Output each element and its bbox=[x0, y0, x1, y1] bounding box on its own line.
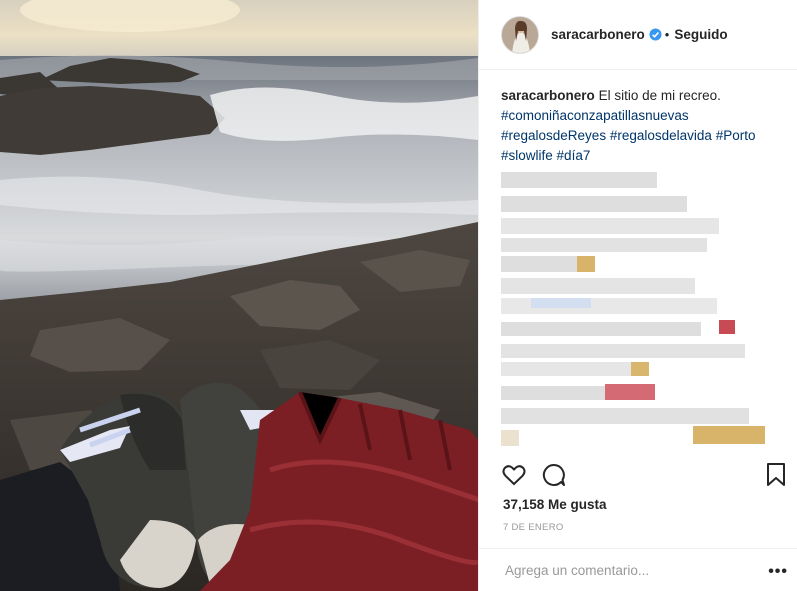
comment-bar: ••• bbox=[479, 548, 797, 591]
blurred-comments bbox=[501, 172, 765, 446]
like-count[interactable]: 37,158 Me gusta bbox=[503, 497, 607, 512]
hashtag[interactable]: #slowlife bbox=[501, 148, 553, 163]
caption-text: El sitio de mi recreo. bbox=[598, 88, 721, 103]
action-bar bbox=[499, 462, 789, 492]
verified-badge-icon bbox=[649, 28, 662, 41]
caption-username[interactable]: saracarbonero bbox=[501, 88, 595, 103]
bookmark-icon[interactable] bbox=[765, 462, 787, 493]
post-photo[interactable] bbox=[0, 0, 478, 591]
follow-status-button[interactable]: Seguido bbox=[674, 27, 727, 42]
heart-icon[interactable] bbox=[501, 462, 527, 493]
post-header: saracarbonero • Seguido bbox=[479, 0, 797, 70]
username[interactable]: saracarbonero bbox=[551, 27, 645, 42]
hashtag[interactable]: #comoniñaconzapatillasnuevas bbox=[501, 108, 689, 123]
avatar[interactable] bbox=[501, 15, 539, 54]
hashtag[interactable]: #regalosdeReyes bbox=[501, 128, 606, 143]
post-image bbox=[0, 0, 478, 591]
hashtag[interactable]: #regalosdelavida bbox=[610, 128, 712, 143]
hashtag[interactable]: #Porto bbox=[716, 128, 756, 143]
post-date[interactable]: 7 DE ENERO bbox=[503, 522, 564, 533]
more-options-icon[interactable]: ••• bbox=[768, 563, 788, 581]
post-details-panel: saracarbonero • Seguido saracarbonero El… bbox=[478, 0, 797, 591]
separator-dot: • bbox=[664, 27, 670, 42]
caption: saracarbonero El sitio de mi recreo. #co… bbox=[501, 86, 786, 166]
hashtag[interactable]: #día7 bbox=[557, 148, 591, 163]
comment-input[interactable] bbox=[503, 561, 747, 579]
comment-icon[interactable] bbox=[541, 462, 567, 493]
